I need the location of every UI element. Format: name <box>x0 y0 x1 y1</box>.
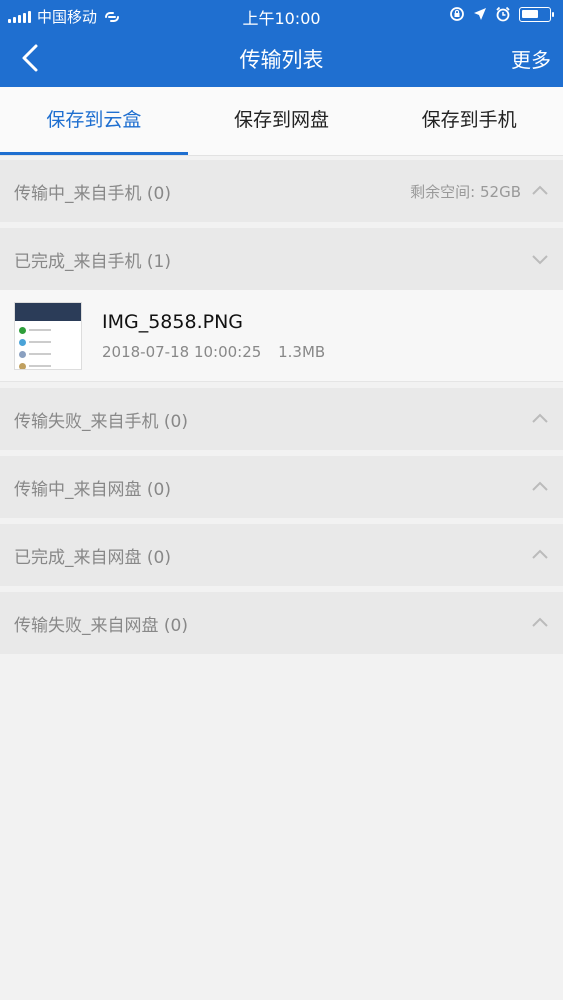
more-button[interactable]: 更多 <box>511 44 551 73</box>
section-title: 已完成_来自手机 (1) <box>14 251 171 272</box>
status-right <box>449 6 554 22</box>
section-completed-from-netdisk[interactable]: 已完成_来自网盘 (0) <box>0 524 563 586</box>
rotation-lock-icon <box>450 7 464 21</box>
transfer-sections: 传输中_来自手机 (0) 剩余空间: 52GB 已完成_来自手机 (1) IMG… <box>0 160 563 660</box>
section-uploading-from-phone[interactable]: 传输中_来自手机 (0) 剩余空间: 52GB <box>0 160 563 222</box>
navigation-bar: 传输列表 更多 <box>0 30 563 87</box>
chevron-up-icon <box>532 185 548 195</box>
section-title: 传输失败_来自手机 (0) <box>14 411 188 432</box>
file-size: 1.3MB <box>278 342 326 361</box>
tab-save-to-cloud-box[interactable]: 保存到云盒 <box>0 87 188 155</box>
tab-save-to-phone[interactable]: 保存到手机 <box>375 87 563 155</box>
status-bar: 中国移动 上午10:00 <box>0 0 563 30</box>
section-title: 传输中_来自网盘 (0) <box>14 479 171 500</box>
tab-bar: 保存到云盒 保存到网盘 保存到手机 <box>0 87 563 156</box>
section-completed-from-phone[interactable]: 已完成_来自手机 (1) <box>0 228 563 290</box>
chevron-up-icon <box>532 549 548 559</box>
file-meta: 2018-07-18 10:00:25 1.3MB <box>102 343 337 361</box>
app-header: 中国移动 上午10:00 传输列表 更多 <box>0 0 563 87</box>
chevron-up-icon <box>532 617 548 627</box>
file-name: IMG_5858.PNG <box>102 310 244 333</box>
chevron-up-icon <box>532 413 548 423</box>
section-failed-from-netdisk[interactable]: 传输失败_来自网盘 (0) <box>0 592 563 654</box>
section-title: 已完成_来自网盘 (0) <box>14 547 171 568</box>
section-title: 传输失败_来自网盘 (0) <box>14 615 188 636</box>
file-thumbnail <box>14 301 82 370</box>
remaining-space: 剩余空间: 52GB <box>410 182 521 201</box>
section-uploading-from-netdisk[interactable]: 传输中_来自网盘 (0) <box>0 456 563 518</box>
section-title: 传输中_来自手机 (0) <box>14 183 171 204</box>
list-item[interactable]: IMG_5858.PNG 2018-07-18 10:00:25 1.3MB <box>0 290 563 382</box>
page-title: 传输列表 <box>239 48 324 72</box>
file-info: IMG_5858.PNG 2018-07-18 10:00:25 1.3MB <box>102 311 337 361</box>
battery-icon <box>519 6 554 22</box>
alarm-icon <box>496 6 510 22</box>
chevron-up-icon <box>532 481 548 491</box>
section-failed-from-phone[interactable]: 传输失败_来自手机 (0) <box>0 388 563 450</box>
tab-save-to-netdisk[interactable]: 保存到网盘 <box>188 87 376 155</box>
chevron-down-icon <box>532 255 548 265</box>
file-date: 2018-07-18 10:00:25 <box>102 342 262 361</box>
location-icon <box>474 8 486 20</box>
